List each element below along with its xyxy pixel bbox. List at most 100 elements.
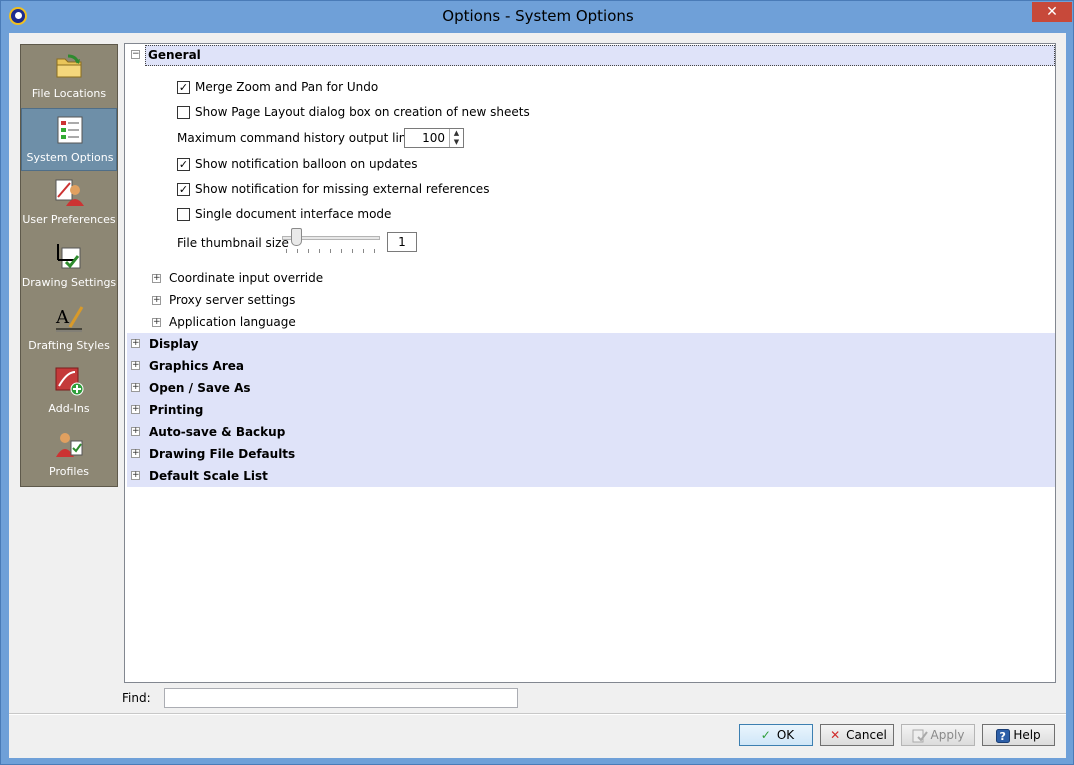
nav-label: Drawing Settings — [21, 276, 117, 289]
thumbnail-size-value[interactable]: 1 — [387, 232, 417, 252]
expand-icon[interactable]: + — [152, 274, 161, 283]
nav-item-add-ins[interactable]: Add-Ins — [21, 360, 117, 423]
section-label: Default Scale List — [149, 469, 268, 483]
history-lines-label: Maximum command history output lines: — [177, 131, 425, 145]
help-button-label: Help — [1013, 728, 1041, 742]
slider-tick — [374, 249, 375, 253]
expand-icon[interactable]: + — [152, 318, 161, 327]
help-icon: ? — [996, 728, 1011, 743]
merge-zoom-checkbox[interactable]: ✓ — [177, 81, 190, 94]
section-label: Drawing File Defaults — [149, 447, 296, 461]
spin-arrows-icon[interactable]: ▲ ▼ — [449, 129, 463, 147]
cancel-x-icon: ✕ — [830, 728, 841, 742]
svg-text:?: ? — [1000, 730, 1006, 743]
folder-icon — [56, 54, 82, 78]
nav-item-drafting-styles[interactable]: A Drafting Styles — [21, 297, 117, 360]
subsection-application-language[interactable]: Application language — [169, 314, 296, 330]
section-drawing-file-defaults[interactable]: + Drawing File Defaults — [127, 443, 1055, 465]
slider-tick — [308, 249, 309, 253]
missing-refs-checkbox[interactable]: ✓ — [177, 183, 190, 196]
find-input[interactable] — [164, 688, 518, 708]
balloon-label: Show notification balloon on updates — [195, 157, 418, 171]
section-label: Graphics Area — [149, 359, 244, 373]
find-label: Find: — [122, 691, 151, 705]
help-button[interactable]: ? Help — [982, 724, 1055, 746]
section-default-scale-list[interactable]: + Default Scale List — [127, 465, 1055, 487]
drawing-settings-icon — [57, 244, 81, 269]
nav-item-drawing-settings[interactable]: Drawing Settings — [21, 234, 117, 297]
section-label: Display — [149, 337, 199, 351]
nav-label: Add-Ins — [48, 402, 90, 415]
slider-tick — [297, 249, 298, 253]
title-bar: Options - System Options ✕ — [1, 1, 1073, 33]
expand-icon[interactable]: + — [131, 339, 140, 348]
nav-item-user-preferences[interactable]: User Preferences — [21, 171, 117, 234]
options-category-nav: File Locations System Options User Prefe… — [20, 44, 118, 487]
section-auto-save-backup[interactable]: + Auto-save & Backup — [127, 421, 1055, 443]
thumbnail-slider-thumb[interactable] — [291, 228, 302, 246]
svg-text:A: A — [55, 307, 70, 328]
section-label: Printing — [149, 403, 204, 417]
checkmark-icon: ✓ — [760, 728, 771, 742]
ok-button-label: OK — [776, 728, 795, 742]
missing-refs-label: Show notification for missing external r… — [195, 182, 490, 196]
expand-icon[interactable]: + — [131, 449, 140, 458]
subsection-proxy-server[interactable]: Proxy server settings — [169, 292, 295, 308]
sdi-label: Single document interface mode — [195, 207, 392, 221]
nav-item-system-options[interactable]: System Options — [21, 108, 117, 171]
apply-icon — [912, 729, 928, 742]
section-label: Open / Save As — [149, 381, 251, 395]
section-open-save-as[interactable]: + Open / Save As — [127, 377, 1055, 399]
section-label: Auto-save & Backup — [149, 425, 286, 439]
subsection-coordinate-input[interactable]: Coordinate input override — [169, 270, 323, 286]
nav-label: System Options — [26, 151, 114, 164]
close-button[interactable]: ✕ — [1032, 2, 1072, 22]
options-tree: − General ✓ Merge Zoom and Pan for Undo … — [124, 43, 1056, 683]
profiles-icon — [56, 433, 83, 457]
apply-button[interactable]: Apply — [901, 724, 975, 746]
section-graphics-area[interactable]: + Graphics Area — [127, 355, 1055, 377]
nav-item-profiles[interactable]: Profiles — [21, 423, 117, 486]
user-preferences-icon — [55, 179, 84, 206]
thumbnail-size-label: File thumbnail size — [177, 236, 289, 250]
nav-label: User Preferences — [22, 213, 116, 226]
add-ins-icon — [55, 367, 84, 396]
page-layout-checkbox[interactable] — [177, 106, 190, 119]
expand-icon[interactable]: + — [131, 361, 140, 370]
nav-label: File Locations — [31, 87, 107, 100]
expand-icon[interactable]: + — [131, 383, 140, 392]
cancel-button-label: Cancel — [846, 728, 887, 742]
history-lines-value: 100 — [422, 131, 445, 145]
balloon-checkbox[interactable]: ✓ — [177, 158, 190, 171]
drafting-styles-icon: A — [55, 306, 84, 332]
section-label: General — [148, 48, 201, 62]
window-title: Options - System Options — [442, 7, 634, 25]
sdi-checkbox[interactable] — [177, 208, 190, 221]
dialog-client: File Locations System Options User Prefe… — [9, 33, 1066, 758]
section-printing[interactable]: + Printing — [127, 399, 1055, 421]
expand-icon[interactable]: + — [152, 296, 161, 305]
expand-icon[interactable]: + — [131, 405, 140, 414]
checklist-icon — [57, 116, 83, 144]
slider-tick — [330, 249, 331, 253]
expand-icon[interactable]: + — [131, 471, 140, 480]
section-general[interactable]: General — [145, 45, 1055, 66]
ok-button[interactable]: ✓ OK — [739, 724, 813, 746]
slider-tick — [363, 249, 364, 253]
apply-button-label: Apply — [930, 728, 965, 742]
slider-tick — [352, 249, 353, 253]
collapse-general-icon[interactable]: − — [131, 50, 140, 59]
slider-tick — [341, 249, 342, 253]
nav-label: Drafting Styles — [28, 339, 110, 352]
nav-item-file-locations[interactable]: File Locations — [21, 45, 117, 108]
nav-label: Profiles — [49, 465, 89, 478]
expand-icon[interactable]: + — [131, 427, 140, 436]
merge-zoom-label: Merge Zoom and Pan for Undo — [195, 80, 379, 94]
section-display[interactable]: + Display — [127, 333, 1055, 355]
cancel-button[interactable]: ✕ Cancel — [820, 724, 894, 746]
page-layout-label: Show Page Layout dialog box on creation … — [195, 105, 530, 119]
history-lines-spinner[interactable]: 100 ▲ ▼ — [404, 128, 464, 148]
slider-tick — [286, 249, 287, 253]
slider-tick — [319, 249, 320, 253]
options-window: Options - System Options ✕ File Location… — [0, 0, 1074, 765]
